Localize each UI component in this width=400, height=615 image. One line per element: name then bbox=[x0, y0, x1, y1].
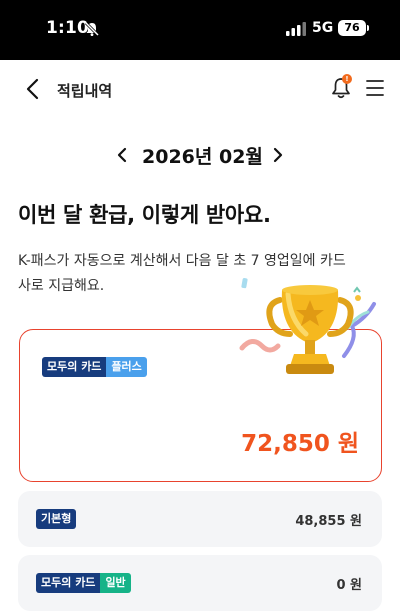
list-item[interactable]: 모두의 카드 일반 0 원 bbox=[18, 555, 382, 611]
tag-primary: 기본형 bbox=[36, 509, 77, 529]
notification-button[interactable]: ! bbox=[330, 74, 352, 100]
card-type-tag: 모두의 카드 일반 bbox=[36, 573, 131, 593]
prev-month-chevron-icon[interactable] bbox=[116, 146, 128, 164]
network-label: 5G bbox=[312, 20, 334, 36]
battery-icon: 76 bbox=[338, 20, 366, 36]
card-type-tag: 모두의 카드 플러스 bbox=[42, 357, 147, 377]
row-amount: 0 원 bbox=[336, 578, 362, 593]
back-arrow-icon[interactable] bbox=[24, 78, 42, 100]
hamburger-menu-icon[interactable] bbox=[366, 79, 384, 97]
list-item[interactable]: 기본형 48,855 원 bbox=[18, 491, 382, 547]
tag-primary: 모두의 카드 bbox=[42, 357, 107, 377]
signal-icon bbox=[286, 22, 306, 36]
status-bar: 1:10 5G 76 bbox=[0, 0, 400, 60]
next-month-chevron-icon[interactable] bbox=[272, 146, 284, 164]
tag-primary: 모두의 카드 bbox=[36, 573, 101, 593]
nav-bar: 적립내역 ! bbox=[0, 60, 400, 118]
page-title: 적립내역 bbox=[57, 82, 113, 100]
month-label: 2026년 02월 bbox=[142, 146, 263, 168]
trophy-icon bbox=[239, 277, 376, 374]
tag-secondary: 일반 bbox=[100, 573, 131, 593]
card-type-tag: 기본형 bbox=[36, 509, 77, 529]
notification-badge: ! bbox=[342, 74, 352, 84]
battery-tip bbox=[367, 25, 369, 31]
status-time: 1:10 bbox=[46, 18, 90, 38]
headline: 이번 달 환급, 이렇게 받아요. bbox=[18, 203, 271, 227]
row-amount: 48,855 원 bbox=[295, 514, 362, 529]
bell-slash-icon bbox=[84, 21, 100, 37]
refund-amount: 72,850 원 bbox=[241, 431, 359, 457]
tag-secondary: 플러스 bbox=[106, 357, 147, 377]
